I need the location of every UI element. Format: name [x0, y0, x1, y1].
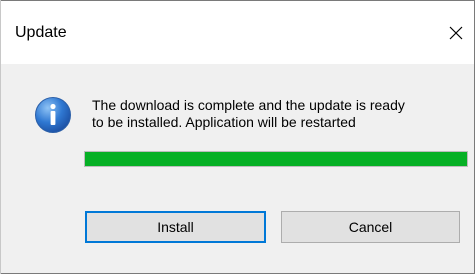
cancel-button[interactable]: Cancel [281, 211, 460, 243]
message-line-2: to be installed. Application will be res… [92, 114, 356, 130]
info-icon [35, 97, 71, 133]
window-edge [0, 0, 1, 274]
close-icon [449, 26, 463, 40]
dialog-content: The download is complete and the update … [1, 64, 474, 273]
window-title: Update [15, 24, 67, 41]
close-button[interactable] [438, 15, 474, 51]
update-dialog: Update The download is complete and the … [0, 0, 475, 274]
download-progress-bar [84, 151, 468, 167]
message-line-1: The download is complete and the update … [92, 97, 405, 113]
update-message: The download is complete and the update … [92, 97, 462, 131]
progress-fill [85, 152, 467, 166]
title-bar: Update [1, 1, 474, 64]
install-button[interactable]: Install [85, 211, 266, 243]
